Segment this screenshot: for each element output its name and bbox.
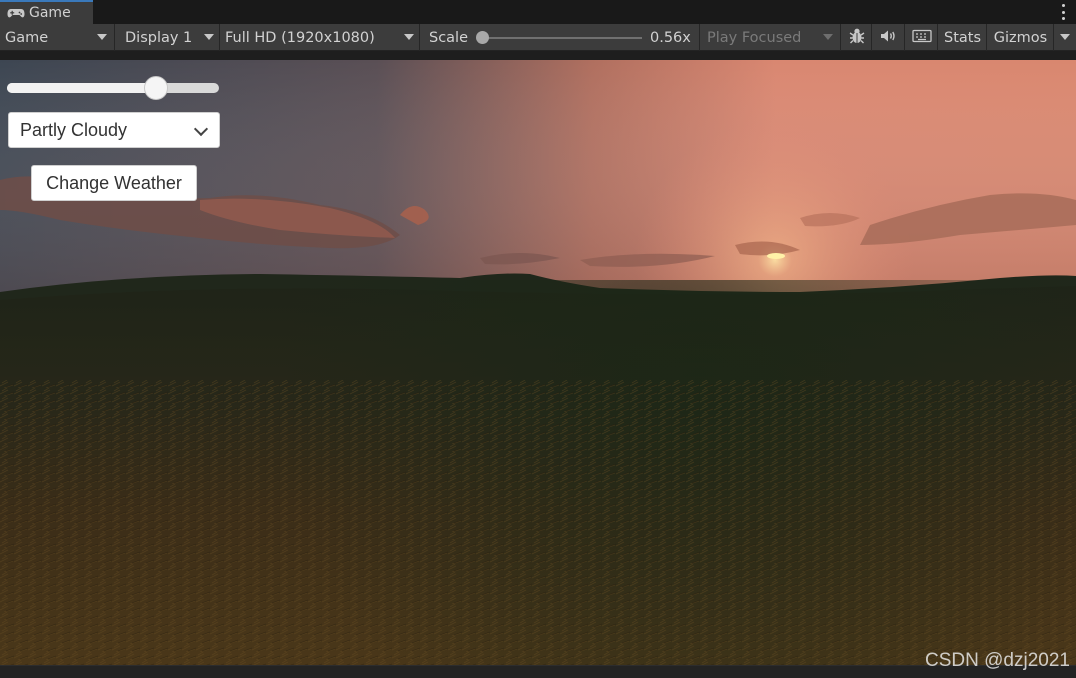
scale-slider-track[interactable] [480,37,642,39]
dropdown-arrow-icon [204,34,214,40]
view-mode-dropdown[interactable]: Game [0,24,115,51]
shortcuts-button[interactable] [906,24,938,51]
scene-render [0,60,1076,665]
keyboard-icon [911,29,932,47]
bottom-edge [0,665,1076,678]
gizmos-menu-button[interactable] [1055,24,1076,51]
dropdown-arrow-icon [404,34,414,40]
play-mode-dropdown[interactable]: Play Focused [701,24,841,51]
resolution-label: Full HD (1920x1080) [225,29,375,46]
dropdown-arrow-icon [97,34,107,40]
watermark-text: CSDN @dzj2021 [925,650,1070,671]
chevron-down-icon [193,121,209,137]
scale-label: Scale [429,29,469,46]
scale-slider-handle[interactable] [476,31,489,44]
game-view-toolbar: Game Display 1 Full HD (1920x1080) Scale… [0,24,1076,51]
more-options-icon[interactable] [1060,4,1066,20]
bug-icon [848,27,866,49]
play-mode-label: Play Focused [707,29,802,46]
view-mode-label: Game [5,29,49,46]
tab-game[interactable]: Game [0,0,93,24]
tab-game-label: Game [29,5,71,21]
resolution-dropdown[interactable]: Full HD (1920x1080) [221,24,420,51]
dropdown-arrow-icon [823,34,833,40]
mute-audio-button[interactable] [873,24,905,51]
speaker-icon [880,29,898,47]
game-viewport[interactable]: Partly Cloudy Change Weather [0,60,1076,665]
change-weather-button[interactable]: Change Weather [31,165,197,201]
editor-tab-strip: Game [0,0,1076,24]
scale-value: 0.56x [650,24,700,51]
gamepad-icon [7,7,25,19]
gizmos-button[interactable]: Gizmos [988,24,1054,51]
dropdown-arrow-icon [1060,34,1070,40]
weather-dropdown-value: Partly Cloudy [20,119,128,140]
time-of-day-slider[interactable] [7,76,219,100]
weather-dropdown[interactable]: Partly Cloudy [8,112,220,148]
display-label: Display 1 [125,29,193,46]
debug-button[interactable] [842,24,872,51]
slider-fill [7,83,157,93]
display-dropdown[interactable]: Display 1 [116,24,220,51]
stats-button[interactable]: Stats [939,24,987,51]
slider-handle[interactable] [144,76,169,100]
